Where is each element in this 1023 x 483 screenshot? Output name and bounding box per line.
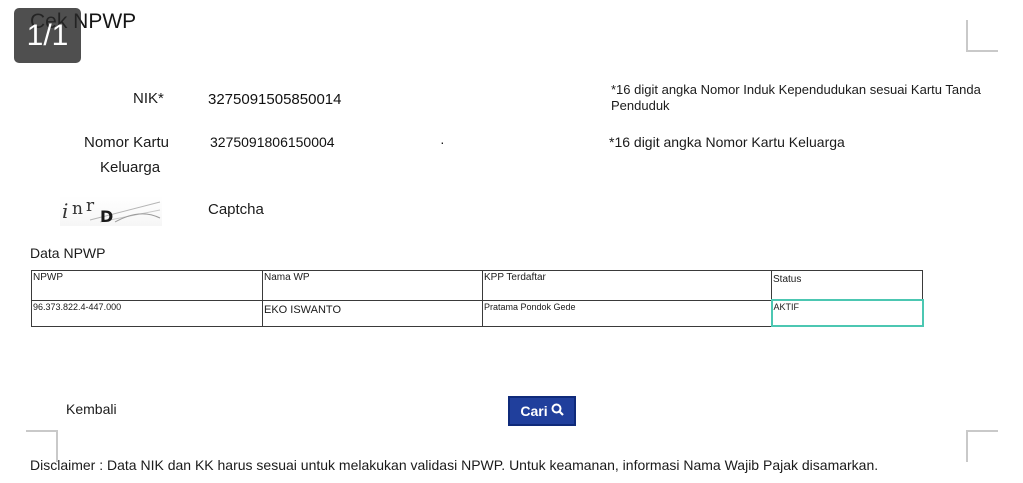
column-header-status: Status bbox=[771, 270, 923, 301]
kk-hint: *16 digit angka Nomor Kartu Keluarga bbox=[609, 134, 845, 150]
table-row: 96.373.822.4-447.000 EKO ISWANTO Pratama… bbox=[31, 299, 924, 327]
page-indicator-badge: 1/1 bbox=[14, 8, 81, 63]
cell-status[interactable]: AKTIF bbox=[770, 299, 924, 327]
captcha-label: Captcha bbox=[208, 201, 264, 218]
cell-nama-wp: EKO ISWANTO bbox=[262, 299, 483, 327]
kk-label-line1: Nomor Kartu bbox=[84, 134, 170, 151]
nik-hint: *16 digit angka Nomor Induk Kependudukan… bbox=[611, 82, 981, 113]
npwp-result-table: NPWP Nama WP KPP Terdaftar Status 96.373… bbox=[31, 270, 924, 327]
search-button-label: Cari bbox=[520, 403, 548, 419]
kk-field[interactable]: 3275091806150004 bbox=[210, 134, 335, 150]
search-icon bbox=[551, 403, 564, 419]
column-header-nama-wp: Nama WP bbox=[262, 270, 483, 301]
separator-dot: · bbox=[440, 134, 445, 150]
data-npwp-title: Data NPWP bbox=[30, 245, 106, 261]
table-header-row: NPWP Nama WP KPP Terdaftar Status bbox=[31, 270, 923, 301]
captcha-char-4: D bbox=[100, 207, 113, 226]
captcha-image: i n r D bbox=[60, 196, 162, 226]
corner-guide-bottom-right bbox=[966, 430, 998, 462]
nik-label: NIK* bbox=[133, 90, 164, 107]
captcha-char-3: r bbox=[86, 196, 95, 216]
cell-kpp: Pratama Pondok Gede bbox=[482, 299, 772, 327]
nik-field[interactable]: 3275091505850014 bbox=[208, 91, 341, 108]
kk-label-line2: Keluarga bbox=[100, 159, 161, 176]
column-header-npwp: NPWP bbox=[31, 270, 263, 301]
captcha-char-1: i bbox=[62, 199, 68, 223]
column-header-kpp: KPP Terdaftar bbox=[482, 270, 772, 301]
search-button[interactable]: Cari bbox=[508, 396, 576, 426]
back-link[interactable]: Kembali bbox=[66, 401, 117, 417]
disclaimer-text: Disclaimer : Data NIK dan KK harus sesua… bbox=[30, 457, 879, 473]
captcha-char-2: n bbox=[72, 199, 83, 219]
corner-guide-top-right bbox=[966, 20, 998, 52]
cell-npwp: 96.373.822.4-447.000 bbox=[31, 299, 263, 327]
